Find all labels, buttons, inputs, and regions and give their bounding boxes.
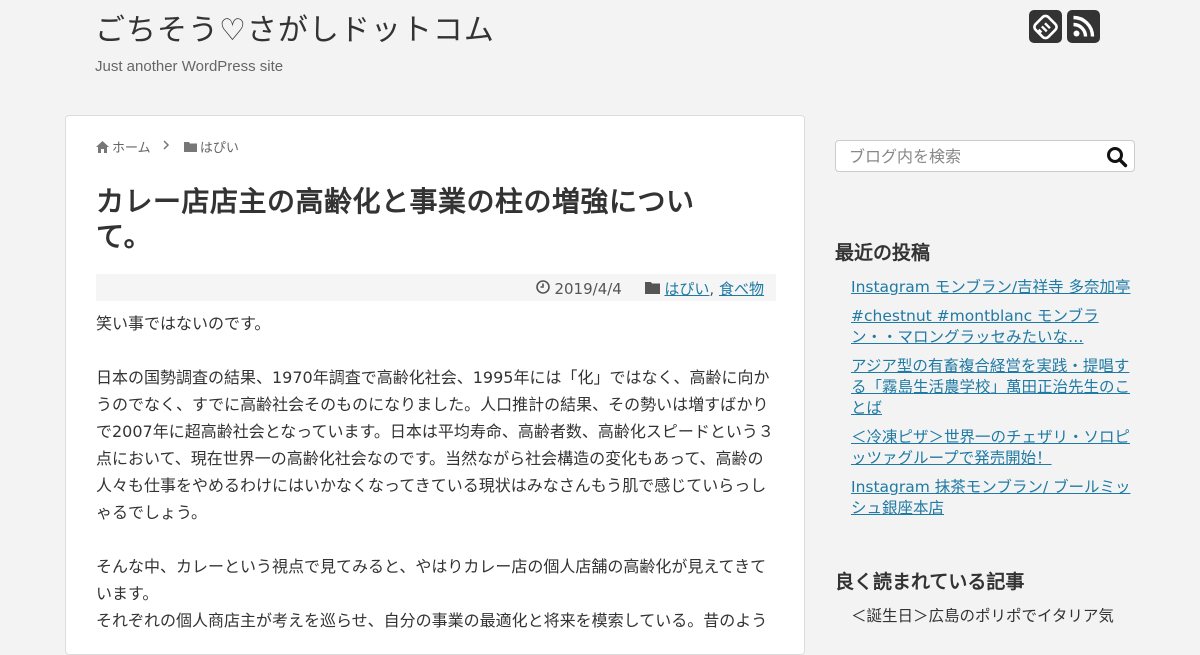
post-date: 2019/4/4 (554, 279, 622, 298)
search-form (835, 140, 1135, 172)
breadcrumb-home-link[interactable]: ホーム (112, 137, 151, 156)
list-item: アジア型の有畜複合経営を実践・提唱する「霧島生活農学校」萬田正治先生のことば (851, 356, 1131, 419)
recent-post-link[interactable]: アジア型の有畜複合経営を実践・提唱する「霧島生活農学校」萬田正治先生のことば (851, 357, 1130, 417)
popular-post-item[interactable]: ＜誕生日＞広島のポリポでイタリア気 (851, 606, 1131, 627)
feedly-icon[interactable] (1029, 10, 1062, 43)
recent-post-link[interactable]: Instagram 抹茶モンブラン/ ブールミッシュ銀座本店 (851, 478, 1130, 517)
breadcrumb-category-link[interactable]: はぴい (200, 137, 239, 156)
folder-icon (644, 280, 660, 298)
post-title: カレー店店主の高齢化と事業の柱の増強について。 (96, 185, 695, 253)
search-icon[interactable] (1106, 146, 1128, 168)
list-item: ＜冷凍ピザ＞世界一のチェザリ・ソロピッツァグループで発売開始！ (851, 427, 1131, 469)
site-title[interactable]: ごちそう♡さがしドットコム (95, 13, 495, 49)
list-item: #chestnut #montblanc モンブラン・・マロングラッセみたいな… (851, 306, 1131, 348)
post-paragraph: そんな中、カレーという視点で見てみると、やはりカレー店の個人店舗の高齢化が見えて… (96, 557, 767, 603)
site-header: ごちそう♡さがしドットコム Just another WordPress sit… (0, 0, 1200, 100)
recent-posts-list: Instagram モンブラン/吉祥寺 多奈加亭 #chestnut #mont… (851, 277, 1131, 527)
search-input[interactable] (837, 142, 1097, 170)
main-content: ホーム はぴい カレー店店主の高齢化と事業の柱の増強について。 2019/4/4… (65, 115, 805, 655)
popular-posts-title: 良く読まれている記事 (835, 571, 1025, 593)
clock-icon (535, 279, 550, 298)
list-item: Instagram 抹茶モンブラン/ ブールミッシュ銀座本店 (851, 477, 1131, 519)
post-paragraph: 笑い事ではないのです。 (96, 314, 271, 333)
breadcrumb: ホーム はぴい (96, 137, 239, 156)
category-link-food[interactable]: 食べ物 (719, 278, 764, 299)
category-link-happy[interactable]: はぴい (664, 278, 709, 299)
category-separator: , (709, 279, 715, 298)
recent-post-link[interactable]: Instagram モンブラン/吉祥寺 多奈加亭 (851, 278, 1130, 296)
post-body: 笑い事ではないのです。 日本の国勢調査の結果、1970年調査で高齢化社会、199… (96, 310, 776, 654)
list-item: Instagram モンブラン/吉祥寺 多奈加亭 (851, 277, 1131, 298)
chevron-right-icon (163, 139, 170, 154)
post-paragraph: 日本の国勢調査の結果、1970年調査で高齢化社会、1995年には「化」ではなく、… (96, 368, 774, 522)
rss-icon[interactable] (1067, 10, 1100, 43)
recent-post-link[interactable]: ＜冷凍ピザ＞世界一のチェザリ・ソロピッツァグループで発売開始！ (851, 428, 1130, 467)
home-icon (96, 140, 109, 153)
popular-posts-list: ＜誕生日＞広島のポリポでイタリア気 (851, 606, 1131, 627)
folder-icon (183, 141, 197, 153)
site-description: Just another WordPress site (95, 58, 284, 75)
recent-post-link[interactable]: #chestnut #montblanc モンブラン・・マロングラッセみたいな… (851, 307, 1099, 346)
post-meta: 2019/4/4 はぴい, 食べ物 (96, 274, 776, 301)
recent-posts-title: 最近の投稿 (835, 242, 931, 264)
